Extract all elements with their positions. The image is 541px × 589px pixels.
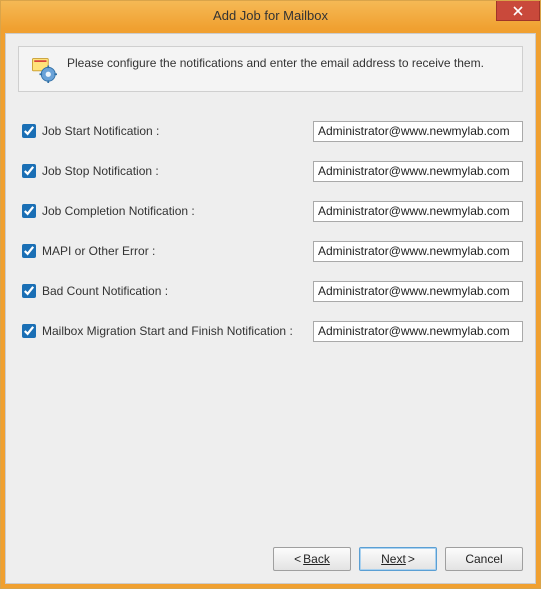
label-mapi-error: MAPI or Other Error : xyxy=(42,244,155,258)
row-mapi-error: MAPI or Other Error : xyxy=(18,240,523,262)
input-migration[interactable] xyxy=(313,321,523,342)
input-bad-count[interactable] xyxy=(313,281,523,302)
label-job-start: Job Start Notification : xyxy=(42,124,159,138)
input-job-stop[interactable] xyxy=(313,161,523,182)
checkbox-job-completion[interactable] xyxy=(22,204,36,218)
form-area: Job Start Notification : Job Stop Notifi… xyxy=(18,120,523,539)
dialog-window: Add Job for Mailbox xyxy=(0,0,541,589)
info-panel: Please configure the notifications and e… xyxy=(18,46,523,92)
row-bad-count: Bad Count Notification : xyxy=(18,280,523,302)
close-button[interactable] xyxy=(496,1,540,21)
input-mapi-error[interactable] xyxy=(313,241,523,262)
close-icon xyxy=(513,6,523,16)
titlebar: Add Job for Mailbox xyxy=(1,1,540,29)
cancel-button[interactable]: Cancel xyxy=(445,547,523,571)
notification-gear-icon xyxy=(29,55,57,83)
window-title: Add Job for Mailbox xyxy=(213,8,328,23)
checkbox-mapi-error[interactable] xyxy=(22,244,36,258)
next-button[interactable]: Next > xyxy=(359,547,437,571)
next-button-label: Next xyxy=(381,552,406,566)
label-job-completion: Job Completion Notification : xyxy=(42,204,195,218)
label-migration: Mailbox Migration Start and Finish Notif… xyxy=(42,324,307,338)
info-text: Please configure the notifications and e… xyxy=(67,55,484,71)
input-job-completion[interactable] xyxy=(313,201,523,222)
cancel-button-label: Cancel xyxy=(465,552,502,566)
input-job-start[interactable] xyxy=(313,121,523,142)
checkbox-bad-count[interactable] xyxy=(22,284,36,298)
back-button-label: Back xyxy=(303,552,330,566)
label-bad-count: Bad Count Notification : xyxy=(42,284,168,298)
row-job-start: Job Start Notification : xyxy=(18,120,523,142)
row-job-completion: Job Completion Notification : xyxy=(18,200,523,222)
back-button[interactable]: < Back xyxy=(273,547,351,571)
checkbox-job-stop[interactable] xyxy=(22,164,36,178)
checkbox-migration[interactable] xyxy=(22,324,36,338)
row-migration: Mailbox Migration Start and Finish Notif… xyxy=(18,320,523,342)
checkbox-job-start[interactable] xyxy=(22,124,36,138)
button-bar: < Back Next > Cancel xyxy=(18,539,523,571)
client-area: Please configure the notifications and e… xyxy=(5,33,536,584)
row-job-stop: Job Stop Notification : xyxy=(18,160,523,182)
label-job-stop: Job Stop Notification : xyxy=(42,164,159,178)
